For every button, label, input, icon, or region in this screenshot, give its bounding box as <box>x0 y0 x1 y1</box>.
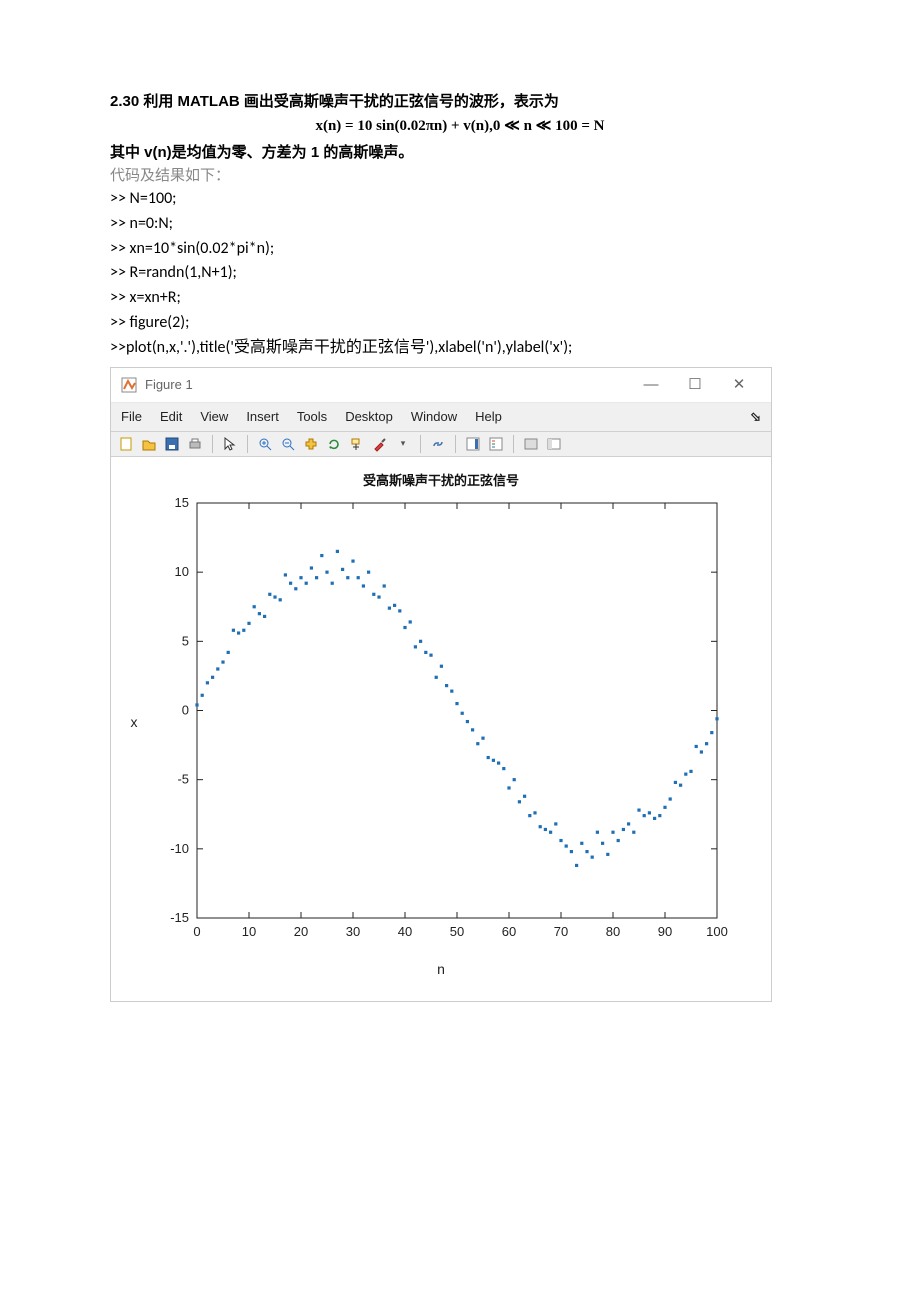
print-icon[interactable] <box>186 435 204 453</box>
svg-text:-15: -15 <box>170 910 189 925</box>
rotate-icon[interactable] <box>325 435 343 453</box>
svg-text:80: 80 <box>606 924 620 939</box>
menubar-dock-icon[interactable]: ⬂ <box>750 407 761 427</box>
svg-text:100: 100 <box>706 924 728 939</box>
svg-text:50: 50 <box>450 924 464 939</box>
svg-text:-5: -5 <box>177 772 189 787</box>
svg-text:5: 5 <box>182 633 189 648</box>
maximize-button[interactable]: ☐ <box>673 373 717 396</box>
matlab-figure-icon <box>121 377 137 393</box>
link-icon[interactable] <box>429 435 447 453</box>
toolbar-sep <box>247 435 248 453</box>
figure-titlebar: Figure 1 — ☐ ✕ <box>111 368 771 403</box>
legend-icon[interactable] <box>487 435 505 453</box>
zoom-out-icon[interactable] <box>279 435 297 453</box>
menu-window[interactable]: Window <box>411 407 457 427</box>
toolbar-sep <box>513 435 514 453</box>
figure-window: Figure 1 — ☐ ✕ File Edit View Insert Too… <box>110 367 772 1002</box>
menu-desktop[interactable]: Desktop <box>345 407 393 427</box>
menu-tools[interactable]: Tools <box>297 407 327 427</box>
toolbar-sep <box>420 435 421 453</box>
svg-text:70: 70 <box>554 924 568 939</box>
svg-text:0: 0 <box>182 702 189 717</box>
problem-formula: x(n) = 10 sin(0.02πn) + v(n),0 ≪ n ≪ 100… <box>110 115 810 138</box>
figure-title: Figure 1 <box>145 375 629 395</box>
figure-toolbar: ▾ <box>111 432 771 457</box>
svg-text:90: 90 <box>658 924 672 939</box>
open-icon[interactable] <box>140 435 158 453</box>
subheading: 代码及结果如下： <box>110 164 810 187</box>
menu-view[interactable]: View <box>200 407 228 427</box>
code-line-2: >> xn=10*sin(0.02*pi*n); <box>110 237 810 262</box>
zoom-in-icon[interactable] <box>256 435 274 453</box>
code-line-3: >> R=randn(1,N+1); <box>110 261 810 286</box>
pan-icon[interactable] <box>302 435 320 453</box>
svg-text:40: 40 <box>398 924 412 939</box>
svg-text:10: 10 <box>242 924 256 939</box>
save-icon[interactable] <box>163 435 181 453</box>
chart-axes: 0 10 20 30 40 50 60 70 80 90 100 -15 -10 -5 0 5 10 15 <box>147 493 737 953</box>
menu-edit[interactable]: Edit <box>160 407 182 427</box>
toolbar-sep <box>212 435 213 453</box>
figure-axes-area: 受高斯噪声干扰的正弦信号 x 0102030405060708090100-15… <box>111 457 771 1001</box>
problem-line2: 其中 v(n)是均值为零、方差为 1 的高斯噪声。 <box>110 141 810 164</box>
figure-menubar: File Edit View Insert Tools Desktop Wind… <box>111 403 771 432</box>
dropdown-icon[interactable]: ▾ <box>394 435 412 453</box>
chart-xlabel: n <box>121 959 761 981</box>
brush-icon[interactable] <box>371 435 389 453</box>
code-line-1: >> n=0:N; <box>110 212 810 237</box>
svg-text:20: 20 <box>294 924 308 939</box>
hide-plottools-icon[interactable] <box>522 435 540 453</box>
data-cursor-icon[interactable] <box>348 435 366 453</box>
code-line-4: >> x=xn+R; <box>110 286 810 311</box>
close-button[interactable]: ✕ <box>717 373 761 396</box>
new-icon[interactable] <box>117 435 135 453</box>
svg-text:30: 30 <box>346 924 360 939</box>
svg-text:0: 0 <box>193 924 200 939</box>
code-line-5: >> figure(2); <box>110 311 810 336</box>
menu-file[interactable]: File <box>121 407 142 427</box>
svg-text:-10: -10 <box>170 841 189 856</box>
svg-text:10: 10 <box>175 564 189 579</box>
colorbar-icon[interactable] <box>464 435 482 453</box>
problem-heading: 2.30 利用 MATLAB 画出受高斯噪声干扰的正弦信号的波形，表示为 <box>110 90 810 113</box>
chart-title: 受高斯噪声干扰的正弦信号 <box>121 471 761 491</box>
svg-text:15: 15 <box>175 495 189 510</box>
code-line-6: >>plot(n,x,'.'),title('受高斯噪声干扰的正弦信号'),xl… <box>110 336 810 361</box>
svg-text:60: 60 <box>502 924 516 939</box>
menu-insert[interactable]: Insert <box>246 407 279 427</box>
pointer-icon[interactable] <box>221 435 239 453</box>
chart-ylabel: x <box>127 712 141 734</box>
show-plottools-icon[interactable] <box>545 435 563 453</box>
minimize-button[interactable]: — <box>629 373 673 396</box>
toolbar-sep <box>455 435 456 453</box>
menu-help[interactable]: Help <box>475 407 502 427</box>
code-line-0: >> N=100; <box>110 187 810 212</box>
